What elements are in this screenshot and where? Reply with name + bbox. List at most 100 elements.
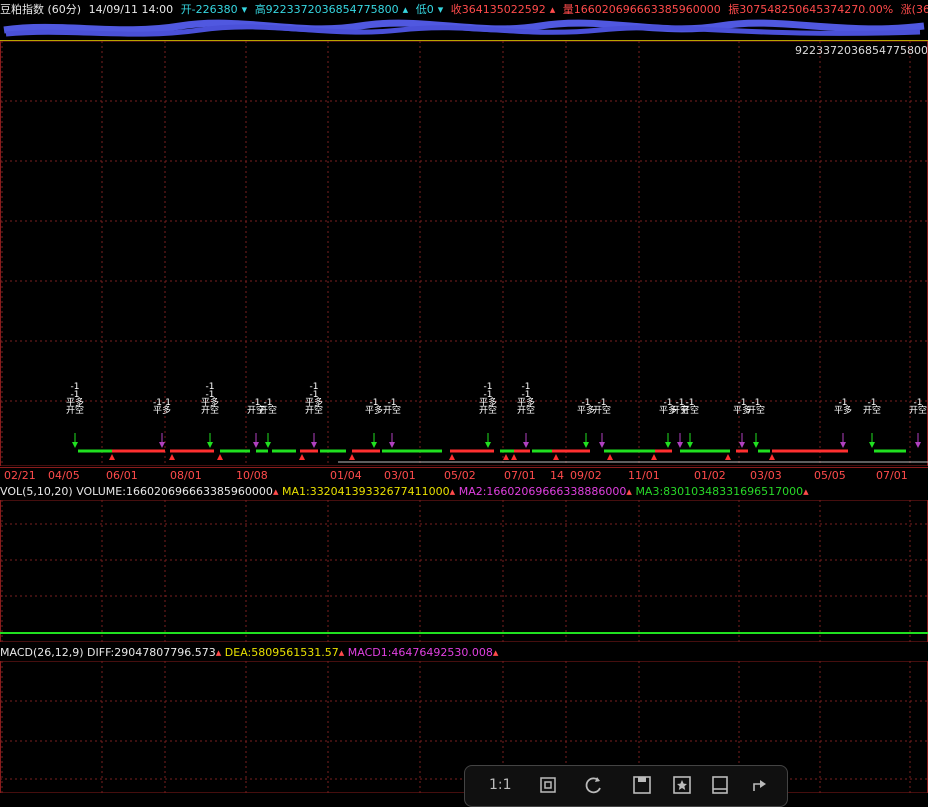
amplitude-value: 振307548250645374270.00% (728, 3, 894, 16)
down-arrow-icon (869, 442, 875, 448)
down-arrow-icon (72, 442, 78, 448)
vol-ma2: MA2:16602069666338886000 (458, 485, 627, 498)
date-tick-label: 14 (550, 469, 564, 482)
down-arrow-icon (207, 442, 213, 448)
up-arrow-icon (299, 454, 305, 460)
macd-label: MACD(26,12,9) (0, 646, 84, 659)
signal-label: 平多 (834, 404, 852, 416)
up-arrow-icon (511, 454, 517, 460)
main-frame (0, 41, 928, 466)
down-arrow-icon (485, 442, 491, 448)
signal-label: 开空 (863, 404, 881, 416)
signal-label: 开空 (66, 404, 84, 416)
up-arrow-icon (109, 454, 115, 460)
low-value: 低0 (415, 3, 434, 16)
signal-label: 开空 (259, 404, 277, 416)
vol-value: VOLUME:166020696663385960000 (76, 485, 273, 498)
open-value: 开-226380 (180, 3, 238, 16)
date-tick-label: 06/01 (106, 469, 138, 482)
up-marker-icon: ▴ (626, 485, 632, 498)
volume-frame (0, 500, 928, 642)
date-tick-label: 09/02 (570, 469, 602, 482)
symbol-title: 豆粕指数 (60分) (0, 3, 82, 16)
signal-label: 开空 (909, 404, 927, 416)
down-arrow-icon (265, 442, 271, 448)
up-marker-icon: ▴ (272, 485, 279, 498)
down-arrow-icon (687, 442, 693, 448)
date-tick-label: 02/21 (4, 469, 36, 482)
date-tick-label: 01/02 (694, 469, 726, 482)
datetime: 14/09/11 14:00 (88, 3, 174, 16)
date-tick-label: 01/04 (330, 469, 362, 482)
down-arrow-icon (915, 442, 921, 448)
down-arrow-icon (753, 442, 759, 448)
down-marker-icon: ▾ (437, 3, 444, 16)
date-axis: 02/21 04/05 06/01 08/01 10/08 01/04 03/01 05/02… (0, 467, 928, 483)
up-marker-icon: ▴ (549, 3, 556, 16)
down-arrow-icon (739, 442, 745, 448)
signal-label: 开空 (747, 404, 765, 416)
quote-header: 豆粕指数 (60分) 14/09/11 14:00 开-226380 ▾ 高922… (0, 0, 928, 20)
date-tick-label: 11/01 (628, 469, 660, 482)
down-arrow-icon (840, 442, 846, 448)
up-marker-icon: ▴ (803, 485, 809, 498)
signal-label: 开空 (305, 404, 323, 416)
up-arrow-icon (769, 454, 775, 460)
up-marker-icon: ▴ (492, 646, 499, 659)
volume-indicator-header[interactable]: VOL(5,10,20) VOLUME:16602069666338596000… (0, 484, 809, 500)
down-arrow-icon (311, 442, 317, 448)
up-arrow-icon (503, 454, 509, 460)
main-price-chart[interactable]: -1-1平多开空-1-1平多-1-1平多开空-1开空-1开空-1-1平多开空-1… (0, 41, 928, 466)
date-tick-label: 03/03 (750, 469, 782, 482)
date-tick-label: 10/08 (236, 469, 268, 482)
redaction-scribble (3, 19, 925, 37)
date-tick-label: 07/01 (876, 469, 908, 482)
date-tick-label: 08/01 (170, 469, 202, 482)
down-arrow-icon (677, 442, 683, 448)
down-arrow-icon (371, 442, 377, 448)
close-value: 收364135022592 (450, 3, 546, 16)
down-arrow-icon (583, 442, 589, 448)
change-value: 涨(3641 (900, 3, 928, 16)
date-tick-label: 04/05 (48, 469, 80, 482)
up-marker-icon: ▴ (215, 646, 222, 659)
volume-chart[interactable] (0, 500, 928, 642)
up-arrow-icon (607, 454, 613, 460)
vol-ma1: MA1:33204139332677411000 (281, 485, 450, 498)
signal-label: 开空 (517, 404, 535, 416)
macd-value: MACD1:46476492530.008 (347, 646, 493, 659)
floating-toolbar: 1:1 (464, 765, 788, 807)
signal-label: 开空 (383, 404, 401, 416)
up-arrow-icon (651, 454, 657, 460)
signal-label: 开空 (201, 404, 219, 416)
signal-label: 平多 (365, 404, 383, 416)
date-tick-label: 07/01 (504, 469, 536, 482)
up-arrow-icon (449, 454, 455, 460)
vol-label: VOL(5,10,20) (0, 485, 73, 498)
signal-label: 开空 (593, 404, 611, 416)
date-tick-label: 05/05 (814, 469, 846, 482)
date-tick-label: 03/01 (384, 469, 416, 482)
signal-label: 平多 (153, 404, 171, 416)
macd-diff: DIFF:29047807796.573 (87, 646, 216, 659)
high-value: 高9223372036854775800 (254, 3, 399, 16)
down-arrow-icon (523, 442, 529, 448)
down-arrow-icon (389, 442, 395, 448)
macd-indicator-header[interactable]: MACD(26,12,9) DIFF:29047807796.573▴ DEA:… (0, 645, 498, 661)
signal-label: 开空 (681, 404, 699, 416)
vol-ma3: MA3:83010348331696517000 (635, 485, 804, 498)
down-marker-icon: ▾ (241, 3, 248, 16)
down-arrow-icon (599, 442, 605, 448)
down-arrow-icon (665, 442, 671, 448)
up-arrow-icon (725, 454, 731, 460)
macd-dea: DEA:5809561531.57 (224, 646, 339, 659)
up-marker-icon: ▴ (449, 485, 456, 498)
up-marker-icon: ▴ (402, 3, 409, 16)
up-marker-icon: ▴ (338, 646, 345, 659)
volume-value: 量166020696663385960000 (562, 3, 721, 16)
up-arrow-icon (349, 454, 355, 460)
up-arrow-icon (169, 454, 175, 460)
up-arrow-icon (553, 454, 559, 460)
up-arrow-icon (217, 454, 223, 460)
down-arrow-icon (159, 442, 165, 448)
